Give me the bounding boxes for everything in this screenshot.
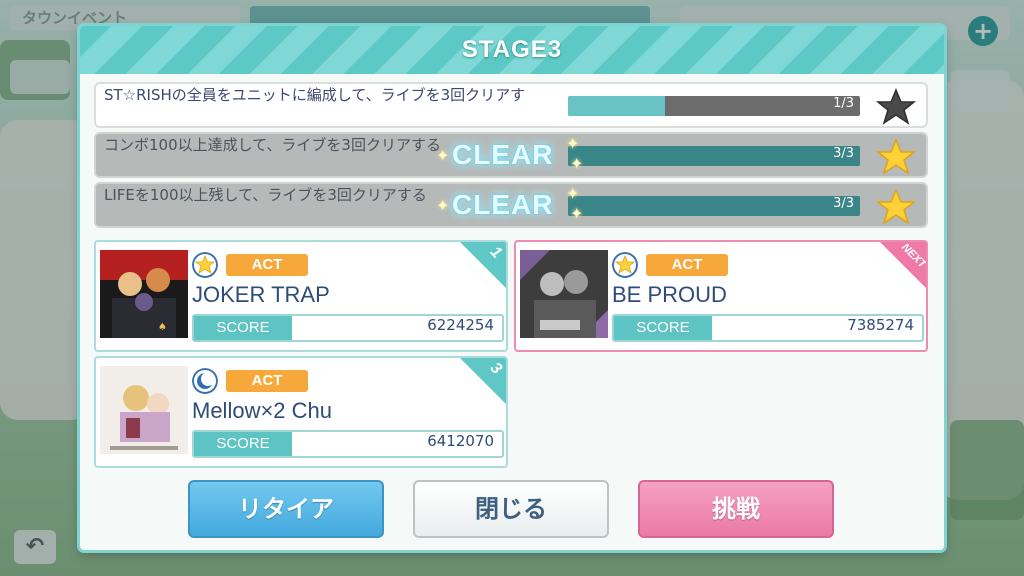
progress-text: 3/3 [833,196,854,211]
moon-rank-icon [192,368,218,394]
mission-text: ST☆RISHの全員をユニットに編成して、ライブを3回クリアす [104,86,526,104]
mission-row: LIFEを100以上残して、ライブを3回クリアする 3/3 CLEAR ✦ ✦ … [94,182,928,228]
sparkle-icon: ✦ [436,196,450,215]
score-label: SCORE [194,432,292,456]
sparkle-icon: ✦ [436,146,450,165]
clear-badge: CLEAR [452,139,554,170]
stage-dialog: STAGE3 ST☆RISHの全員をユニットに編成して、ライブを3回クリアす 1… [80,26,944,550]
album-jacket-image [100,366,188,454]
star-rank-icon [192,252,218,278]
song-card[interactable]: ACT BE PROUD SCORE 7385274 NEXT [514,240,928,352]
sparkle-icon: ✦ [570,154,584,173]
score-label: SCORE [194,316,292,340]
progress-fill [568,146,860,166]
progress-fill [568,96,666,116]
song-type-badge: ACT [646,254,728,276]
album-jacket-image: ♠ [100,250,188,338]
score-value: 7385274 [847,316,914,334]
score-box: SCORE 6224254 [192,314,504,342]
mission-row: ST☆RISHの全員をユニットに編成して、ライブを3回クリアす 1/3 [94,82,928,128]
mission-progress-bar: 3/3 [568,146,860,166]
mission-progress-bar: 3/3 [568,196,860,216]
song-card[interactable]: ♠ ACT JOKER TRAP SCORE 6224254 1 [94,240,508,352]
svg-text:♠: ♠ [158,322,167,333]
song-type-badge: ACT [226,370,308,392]
star-empty-icon [876,88,916,125]
star-rank-icon [612,252,638,278]
progress-fill [568,196,860,216]
progress-text: 3/3 [833,146,854,161]
sparkle-icon: ✦ [570,204,584,223]
song-title: BE PROUD [612,282,727,307]
mission-row: コンボ100以上達成して、ライブを3回クリアする 3/3 CLEAR ✦ ✦ ✦ [94,132,928,178]
song-card[interactable]: ACT Mellow×2 Chu SCORE 6412070 3 [94,356,508,468]
dialog-title: STAGE3 [461,36,563,63]
retire-button[interactable]: リタイア [188,480,384,538]
progress-text: 1/3 [833,96,854,111]
dialog-header: STAGE3 [80,26,944,74]
challenge-button[interactable]: 挑戦 [638,480,834,538]
clear-badge: CLEAR [452,189,554,220]
score-label: SCORE [614,316,712,340]
album-jacket-image [520,250,608,338]
song-type-badge: ACT [226,254,308,276]
sparkle-icon: ✦ [566,134,580,153]
close-button[interactable]: 閉じる [413,480,609,538]
song-title: Mellow×2 Chu [192,398,333,423]
mission-progress-bar: 1/3 [568,96,860,116]
star-gold-icon [876,188,916,225]
star-gold-icon [876,138,916,175]
score-value: 6224254 [427,316,494,334]
song-title: JOKER TRAP [192,282,330,307]
score-value: 6412070 [427,432,494,450]
score-box: SCORE 7385274 [612,314,924,342]
score-box: SCORE 6412070 [192,430,504,458]
sparkle-icon: ✦ [566,184,580,203]
